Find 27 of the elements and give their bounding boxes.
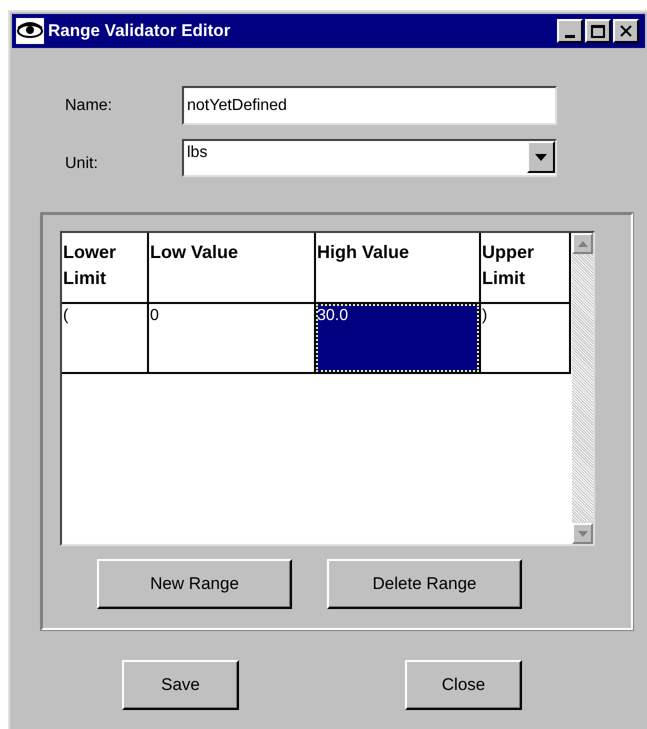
minimize-icon bbox=[565, 35, 575, 38]
table-cell[interactable]: ) bbox=[480, 303, 570, 373]
maximize-icon bbox=[591, 24, 605, 38]
save-button[interactable]: Save bbox=[122, 660, 239, 710]
close-button[interactable] bbox=[613, 19, 639, 43]
down-arrow-icon bbox=[578, 530, 588, 536]
unit-dropdown[interactable]: lbs bbox=[182, 139, 557, 177]
name-label: Name: bbox=[65, 96, 114, 116]
scrollbar[interactable] bbox=[572, 233, 593, 544]
delete-range-button[interactable]: Delete Range bbox=[327, 559, 522, 609]
minimize-button[interactable] bbox=[557, 19, 583, 43]
table-cell[interactable]: 0 bbox=[148, 303, 315, 373]
scroll-up-button[interactable] bbox=[572, 233, 593, 254]
maximize-button[interactable] bbox=[585, 19, 611, 43]
eye-icon bbox=[16, 18, 44, 44]
table-cell[interactable]: ( bbox=[62, 303, 148, 373]
caret-icon bbox=[535, 154, 547, 160]
name-field[interactable]: notYetDefined bbox=[182, 86, 557, 125]
up-arrow-icon bbox=[578, 240, 588, 246]
close-button[interactable]: Close bbox=[405, 660, 522, 710]
window-title: Range Validator Editor bbox=[48, 20, 232, 42]
scroll-down-button[interactable] bbox=[572, 523, 593, 544]
table-cell[interactable]: 30.0 bbox=[315, 303, 480, 373]
unit-label: Unit: bbox=[65, 154, 99, 174]
close-icon bbox=[620, 25, 632, 37]
dropdown-button[interactable] bbox=[527, 141, 555, 173]
new-range-button[interactable]: New Range bbox=[97, 559, 292, 609]
